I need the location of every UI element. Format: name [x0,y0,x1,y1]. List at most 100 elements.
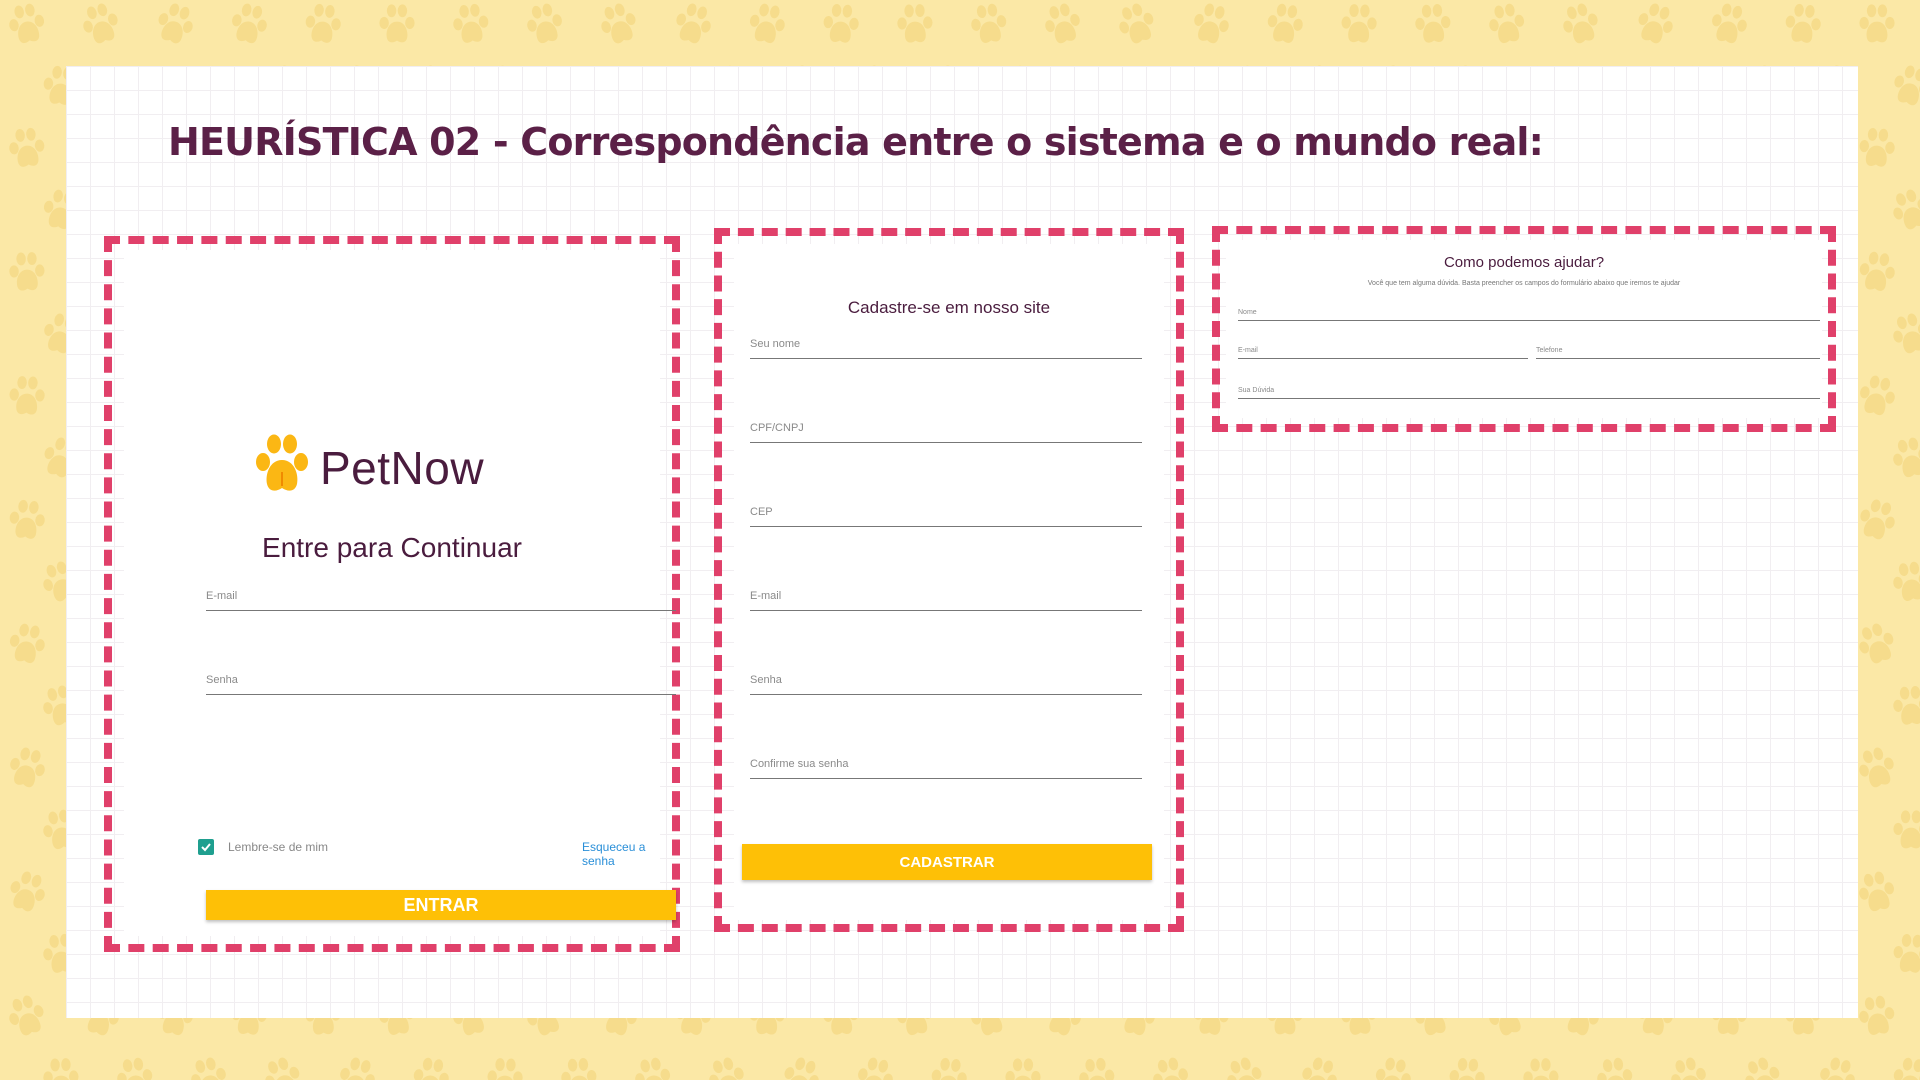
cep-label: CEP [750,506,773,518]
paw-pattern-icon [111,1055,158,1080]
contact-phone-field[interactable]: Telefone [1536,336,1820,359]
paw-pattern-icon [1664,1054,1715,1080]
signup-panel: Cadastre-se em nosso site Seu nome CPF/C… [734,244,1164,920]
paw-pattern-icon [1519,1057,1562,1080]
paw-pattern-icon [1,991,54,1044]
paw-pattern-icon [743,1,792,50]
login-title: Entre para Continuar [262,532,522,563]
paw-pattern-icon [1445,1057,1490,1080]
password-field[interactable]: Senha [206,654,676,695]
paw-pattern-icon [1889,933,1920,978]
contact-panel: Como podemos ajudar? Você que tem alguma… [1226,240,1822,418]
signup-email-field[interactable]: E-mail [750,570,1142,611]
cep-field[interactable]: CEP [750,486,1142,527]
paw-pattern-icon [775,1053,828,1080]
email-label: E-mail [206,590,238,602]
contact-title: Como podemos ajudar? [1443,254,1605,271]
signup-password-label: Senha [750,674,782,686]
paw-pattern-icon [1629,0,1682,51]
slide-heading: HEURÍSTICA 02 - Correspondência entre o … [168,120,1544,164]
paw-pattern-icon [1889,685,1920,730]
paw-pattern-icon [701,1053,753,1080]
paw-pattern-icon [1855,127,1900,172]
paw-pattern-icon [4,126,50,172]
paw-pattern-icon [184,1054,235,1080]
confirm-password-field[interactable]: Confirme sua senha [750,738,1142,779]
paw-pattern-icon [1852,372,1902,422]
login-panel: PetNow Entre para Continuar E-mail Senha… [124,250,676,936]
paw-pattern-icon [1074,1056,1120,1080]
paw-pattern-icon [75,0,127,51]
petnow-logo: PetNow [254,434,484,501]
slide-card: HEURÍSTICA 02 - Correspondência entre o … [66,66,1858,1018]
paw-pattern-icon [965,1,1012,48]
paw-pattern-icon [893,3,936,46]
paw-pattern-icon [1887,1055,1920,1080]
paw-pattern-icon [2,744,53,795]
paw-pattern-icon [1110,0,1164,52]
paw-pattern-icon [1411,3,1456,48]
paw-icon [254,434,310,501]
paw-pattern-icon [332,1054,383,1080]
paw-pattern-icon [1261,1,1308,48]
paw-pattern-icon [1885,61,1920,113]
paw-pattern-icon [1219,1053,1272,1080]
paw-pattern-icon [1555,0,1607,51]
contact-email-field[interactable]: E-mail [1238,336,1528,359]
paw-pattern-icon [593,0,646,51]
paw-pattern-icon [149,0,202,51]
paw-pattern-icon [224,0,274,50]
paw-pattern-icon [629,1055,678,1080]
paw-pattern-icon [4,498,50,544]
cpf-field[interactable]: CPF/CNPJ [750,402,1142,443]
signup-button[interactable]: CADASTRAR [742,844,1152,880]
paw-pattern-icon [483,1057,526,1080]
paw-pattern-icon [1890,810,1920,852]
paw-pattern-icon [256,1052,310,1080]
paw-pattern-icon [1884,184,1920,238]
paw-pattern-icon [1704,0,1754,50]
paw-pattern-icon [1853,993,1900,1040]
paw-pattern-icon [819,3,864,48]
contact-name-field[interactable]: Nome [1238,298,1820,321]
signup-title: Cadastre-se em nosso site [847,298,1051,317]
signup-password-field[interactable]: Senha [750,654,1142,695]
brand-name: PetNow [320,441,485,494]
paw-pattern-icon [557,1057,602,1080]
contact-phone-label: Telefone [1536,347,1563,354]
paw-pattern-icon [1483,1,1532,50]
paw-pattern-icon [1851,743,1903,795]
paw-pattern-icon [1369,1055,1418,1080]
name-label: Seu nome [750,338,801,350]
contact-question-field[interactable]: Sua Dúvida [1238,376,1820,399]
paw-pattern-icon [1736,1052,1790,1080]
paw-pattern-icon [3,621,52,670]
confirm-password-label: Confirme sua senha [750,758,849,770]
paw-pattern-icon [1337,3,1380,46]
paw-pattern-icon [1780,2,1826,48]
paw-pattern-icon [1146,1054,1196,1080]
paw-pattern-icon [1293,1053,1345,1080]
paw-pattern-icon [1,867,54,920]
paw-pattern-icon [5,251,48,294]
paw-pattern-icon [5,375,48,418]
forgot-password-link[interactable]: Esqueceu a senha [582,840,660,868]
cpf-label: CPF/CNPJ [750,422,804,434]
paw-pattern-icon [448,2,494,48]
password-label: Senha [206,674,238,686]
paw-pattern-icon [1853,249,1900,296]
paw-pattern-icon [1852,868,1902,918]
checkmark-icon [201,843,211,852]
paw-pattern-icon [1850,618,1904,672]
email-field[interactable]: E-mail [206,570,676,611]
login-button[interactable]: ENTRAR [206,890,676,920]
paw-pattern-icon [1886,434,1920,484]
paw-pattern-icon [1186,0,1237,50]
paw-pattern-icon [1851,495,1903,547]
paw-pattern-icon [300,2,346,48]
paw-pattern-icon [1812,1054,1863,1080]
name-field[interactable]: Seu nome [750,318,1142,359]
paw-pattern-icon [1591,1055,1638,1080]
remember-checkbox[interactable] [198,839,214,855]
signup-email-label: E-mail [750,590,782,602]
